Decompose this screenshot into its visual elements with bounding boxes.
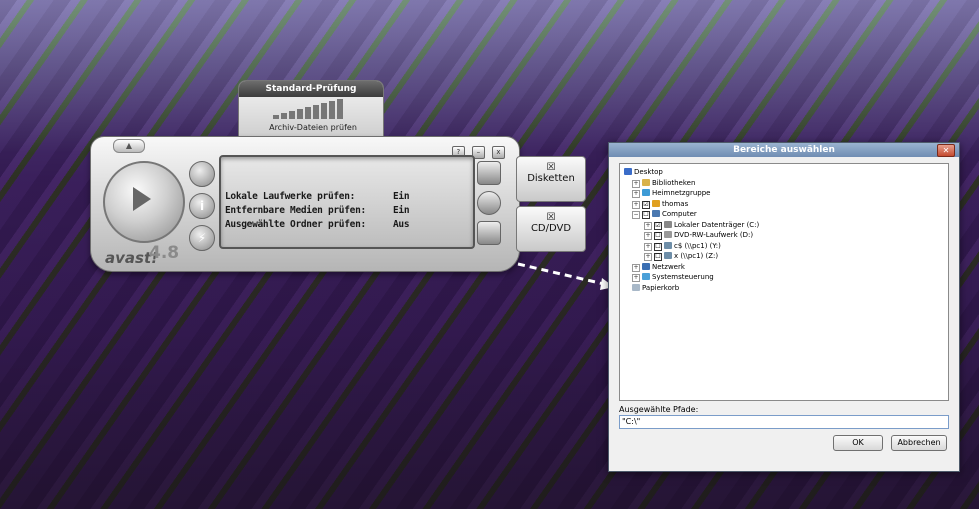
removable-media-icon[interactable] [477, 191, 501, 215]
tree-node[interactable]: + ☑ Lokaler Datenträger (C:) [644, 220, 760, 230]
tree-node[interactable]: + ☐ DVD-RW-Laufwerk (D:) [644, 231, 753, 240]
version-number: 4.8 [149, 243, 180, 263]
folder-icon[interactable] [477, 221, 501, 245]
expand-icon[interactable]: + [644, 253, 652, 261]
tree-checkbox[interactable]: ☑ [654, 221, 662, 230]
tree-node-label: Lokaler Datenträger (C:) [674, 220, 760, 229]
folder-icon [642, 189, 650, 196]
start-scan-button[interactable] [103, 161, 185, 243]
expand-icon[interactable]: + [644, 242, 652, 251]
local-drives-icon[interactable] [477, 161, 501, 185]
tree-node[interactable]: + Systemsteuerung [632, 273, 714, 282]
folder-icon [664, 241, 672, 249]
lcd-row-removable: Entfernbare Medien prüfen: Ein [225, 205, 410, 216]
tree-node-label: Papierkorb [642, 283, 680, 292]
tree-node-label: Netzwerk [652, 262, 685, 271]
expand-icon[interactable]: + [632, 200, 640, 209]
tree-node[interactable]: Desktop [624, 168, 663, 176]
tree-node-label: Heimnetzgruppe [652, 189, 711, 197]
archive-scan-option[interactable]: Archiv-Dateien prüfen [245, 123, 381, 132]
select-areas-dialog: Bereiche auswählen ✕ Desktop + Bibliotheke… [608, 142, 960, 472]
tree-checkbox[interactable]: ☐ [654, 232, 662, 240]
expand-icon[interactable]: + [632, 179, 640, 188]
lcd-label: Ausgewählte Ordner prüfen: [225, 219, 366, 230]
tree-node[interactable]: + Netzwerk [632, 262, 685, 272]
folder-icon [632, 283, 640, 291]
lcd-value: Aus [393, 219, 410, 230]
expand-icon[interactable]: − [632, 211, 640, 219]
play-icon [133, 187, 151, 211]
avast-widget: ▲ ? – x i ⚡ Lokale Laufwerke prüfen: Ein… [90, 136, 520, 272]
right-icon-column [477, 161, 503, 251]
connector-arrow-icon [517, 262, 614, 290]
selected-paths-input[interactable]: "C:\" [619, 415, 949, 429]
floppy-label: Disketten [527, 173, 575, 184]
tree-node[interactable]: + ☑ thomas [632, 199, 689, 209]
tree-checkbox[interactable]: ☐ [642, 211, 650, 219]
lightning-icon[interactable]: ⚡ [189, 225, 215, 251]
tree-node[interactable]: Papierkorb [632, 283, 680, 292]
lcd-row-local: Lokale Laufwerke prüfen: Ein [225, 191, 410, 202]
lcd-label: Entfernbare Medien prüfen: [225, 205, 366, 216]
expand-icon[interactable]: + [632, 263, 640, 272]
selected-paths-label: Ausgewählte Pfade: [619, 405, 699, 414]
folder-tree[interactable]: Desktop + Bibliotheken + Heimnetzgruppe + ☑ tho… [619, 163, 949, 401]
tree-node-label: thomas [662, 199, 689, 208]
folder-icon [664, 220, 672, 228]
cd-check-icon: ☒ [546, 212, 556, 223]
expand-icon[interactable]: + [644, 221, 652, 230]
cd-dvd-label: CD/DVD [530, 223, 572, 234]
folder-icon [664, 252, 672, 259]
tree-node[interactable]: + ☐ c$ (\\pc1) (Y:) [644, 241, 721, 251]
drive-buttons: ☒ Disketten ☒ CD/DVD [516, 156, 586, 256]
folder-icon [664, 231, 672, 238]
expand-icon[interactable]: + [632, 274, 640, 282]
tree-node-label: c$ (\\pc1) (Y:) [674, 241, 721, 250]
folder-icon [642, 178, 650, 186]
tree-node-label: Systemsteuerung [652, 273, 714, 281]
side-icon-column: i ⚡ [189, 161, 215, 257]
scan-profile-panel[interactable]: Standard-Prüfung Archiv-Dateien prüfen [238, 80, 384, 138]
tree-node[interactable]: − ☐ Computer [632, 210, 697, 219]
tree-checkbox[interactable]: ☑ [642, 200, 650, 209]
tree-node[interactable]: + Heimnetzgruppe [632, 189, 710, 198]
tree-node-label: Computer [662, 210, 697, 218]
tree-node-label: DVD-RW-Laufwerk (D:) [674, 231, 754, 239]
status-display: Lokale Laufwerke prüfen: Ein Entfernbare… [219, 155, 475, 249]
collapse-arrow-icon[interactable]: ▲ [113, 139, 145, 153]
profile-title: Standard-Prüfung [239, 81, 383, 97]
cancel-button[interactable]: Abbrechen [891, 435, 947, 451]
folder-icon [624, 168, 632, 175]
tree-node[interactable]: + Bibliotheken [632, 178, 696, 188]
close-button[interactable]: x [492, 146, 505, 159]
tree-checkbox[interactable]: ☐ [654, 242, 662, 251]
lcd-value: Ein [393, 205, 410, 216]
lcd-row-folders: Ausgewählte Ordner prüfen: Aus [225, 219, 410, 230]
folder-icon [642, 262, 650, 270]
tree-node-label: Desktop [634, 168, 663, 176]
expand-icon[interactable]: + [644, 232, 652, 240]
expand-icon[interactable]: + [632, 190, 640, 198]
sensitivity-bars-icon[interactable] [273, 99, 349, 119]
task-icon[interactable] [189, 161, 215, 187]
info-icon[interactable]: i [189, 193, 215, 219]
tree-node-label: Bibliotheken [652, 178, 696, 187]
folder-icon [652, 199, 660, 207]
tree-node[interactable]: + ☐ x (\\pc1) (Z:) [644, 252, 718, 261]
floppy-drive-button[interactable]: ☒ Disketten [516, 156, 586, 202]
ok-button[interactable]: OK [833, 435, 883, 451]
folder-icon [652, 210, 660, 217]
lcd-value: Ein [393, 191, 410, 202]
dialog-title: Bereiche auswählen [609, 143, 959, 157]
lcd-label: Lokale Laufwerke prüfen: [225, 191, 356, 202]
folder-icon [642, 273, 650, 280]
tree-checkbox[interactable]: ☐ [654, 253, 662, 261]
floppy-check-icon: ☒ [546, 162, 556, 173]
tree-node-label: x (\\pc1) (Z:) [674, 252, 719, 260]
dialog-close-button[interactable]: ✕ [937, 144, 955, 157]
cd-dvd-drive-button[interactable]: ☒ CD/DVD [516, 206, 586, 252]
